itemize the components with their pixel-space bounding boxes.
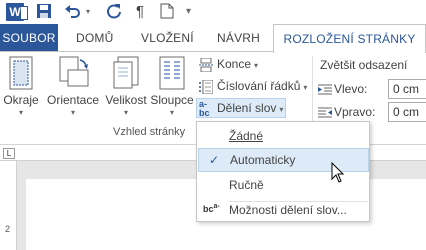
indent-right-icon [318,107,332,118]
indent-right-input[interactable]: 0 cm [388,102,426,122]
orientation-icon [59,56,89,87]
undo-icon[interactable] [64,3,82,21]
chevron-down-icon: ▾ [169,108,174,117]
hyphenation-label: Dělení slov [217,101,277,115]
tab-insert[interactable]: VLOŽENÍ [141,24,194,52]
chevron-down-icon: ▾ [303,83,308,92]
ribbon-tabs: SOUBOR DOMŮ VLOŽENÍ NÁVRH ROZLOŽENÍ STRÁ… [0,24,426,53]
indent-right-label: Vpravo: [334,105,376,119]
vertical-ruler-number: 2 [5,224,11,234]
indent-left-label-row: Vlevo: [318,79,367,99]
breaks-label: Konce [217,57,252,71]
breaks-button[interactable]: Konce ▾ [199,54,258,74]
orientation-label: Orientace [46,93,100,107]
check-icon: ✓ [209,153,220,167]
customize-qat-icon[interactable]: ▾ [186,3,191,21]
undo-dropdown-icon[interactable]: ▾ [86,3,90,21]
line-numbers-button[interactable]: Číslování řádků ▾ [199,76,307,96]
chevron-down-icon: ▾ [279,105,284,114]
menu-item-manual-label: Ručně [229,178,264,192]
tab-file[interactable]: SOUBOR [0,24,58,52]
margins-label: Okraje [3,93,39,107]
hyphenation-button[interactable]: a-bc Dělení slov ▾ [196,98,286,118]
breaks-icon [199,57,213,72]
indent-left-icon [318,84,332,95]
tab-selector-icon[interactable]: L [3,148,15,159]
columns-icon [159,56,185,90]
tab-design[interactable]: NÁVRH [217,24,260,52]
word-app-icon[interactable]: W [6,3,28,21]
repeat-icon[interactable] [106,3,122,21]
save-icon[interactable] [36,3,52,21]
indent-right-label-row: Vpravo: [318,102,375,122]
menu-item-hyphenation-options[interactable]: bca- Možnosti dělení slov... [198,198,369,222]
tab-page-layout[interactable]: ROZLOŽENÍ STRÁNKY [273,24,426,53]
indent-left-label: Vlevo: [334,82,368,96]
menu-item-none[interactable]: Žádné [198,124,369,148]
page-size-icon [113,56,139,89]
columns-label: Sloupce [150,93,194,107]
chevron-down-icon: ▾ [18,108,23,117]
line-numbers-label: Číslování řádků [217,79,301,93]
line-numbers-icon [199,79,213,94]
chevron-down-icon: ▾ [70,108,75,117]
mouse-cursor-icon [331,162,345,183]
menu-item-automatic-label: Automaticky [230,153,296,167]
margins-button[interactable]: Okraje ▾ [2,56,40,117]
document-icon[interactable] [160,3,174,21]
menu-item-none-label: Žádné [229,129,264,143]
page-setup-group-label: Vzhled stránky [113,126,186,138]
indent-left-input[interactable]: 0 cm [388,79,426,99]
menu-item-hyphenation-options-label: Možnosti dělení slov... [229,203,347,217]
margins-icon [9,56,33,90]
chevron-down-icon: ▾ [123,108,128,117]
size-button[interactable]: Velikost ▾ [104,56,148,117]
hyphenation-options-icon: bca- [203,203,220,214]
pilcrow-icon[interactable]: ¶ [136,3,144,21]
vertical-ruler[interactable]: 2 [0,161,17,250]
size-label: Velikost [105,93,147,107]
orientation-button[interactable]: Orientace ▾ [44,56,102,117]
columns-button[interactable]: Sloupce ▾ [149,56,195,117]
quick-access-toolbar: W ▾ ¶ ▾ [0,0,426,24]
tab-home[interactable]: DOMŮ [76,24,113,52]
indent-group-title: Zvětšit odsazení [320,58,408,72]
chevron-down-icon: ▾ [254,61,259,70]
hyphenation-icon: a-bc [199,98,210,118]
